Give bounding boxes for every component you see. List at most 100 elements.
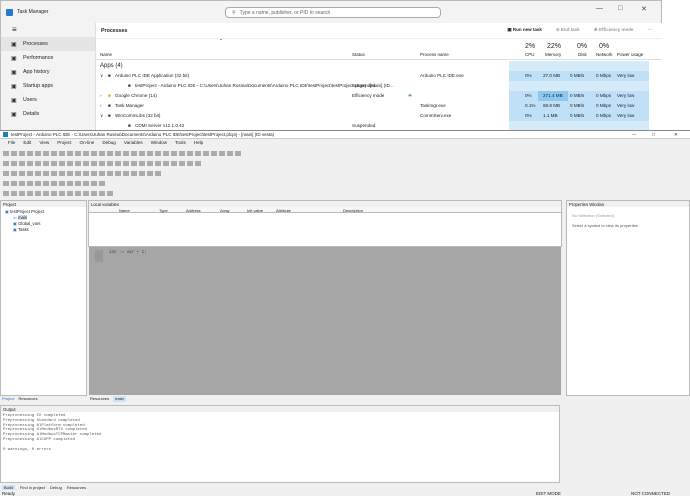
var-column-header[interactable]: Name	[119, 208, 130, 213]
tree-item[interactable]: ▣ Tasks	[3, 227, 84, 233]
table-row[interactable]: ∨ ■ WinCommLibs (32 bit) CommServ.exe 0% 1.1 …	[96, 111, 662, 121]
table-row[interactable]: › ■ Google Chrome (14) Efficiency mode ☘ 0% 27…	[96, 91, 662, 101]
chevron-icon[interactable]: ∨	[100, 73, 103, 79]
sidebar: ≡ ▣ Processes ▣ Performance ▣ App history ▣ Sta…	[1, 23, 95, 133]
col-status[interactable]: Status	[352, 52, 365, 57]
more-options-icon[interactable]: ⋯	[648, 27, 653, 33]
col-name[interactable]: Name	[100, 52, 112, 57]
col-network[interactable]: Network	[596, 52, 613, 57]
output-line: 0 warnings, 0 errors	[3, 447, 52, 452]
tab-resources[interactable]: Resources	[18, 396, 37, 402]
menu-window[interactable]: Window	[151, 140, 167, 145]
tree-item-label: main	[18, 215, 28, 220]
var-column-header[interactable]: Address	[186, 208, 201, 213]
sidebar-item-users[interactable]: ▣ Users	[1, 93, 95, 107]
var-column-header[interactable]: Description	[343, 208, 363, 213]
row-cpu: 0%	[525, 93, 532, 98]
sidebar-item-performance[interactable]: ▣ Performance	[1, 51, 95, 65]
search-icon: ⚲	[232, 10, 236, 16]
row-mem: 1.1 MB	[543, 113, 558, 118]
code-editor[interactable]: int := var + 1;	[89, 247, 561, 395]
row-mem: 27.0 MB	[543, 73, 561, 78]
row-process: Taskmgr.exe	[420, 103, 446, 108]
menu-tools[interactable]: Tools	[175, 140, 186, 145]
app-history-icon: ▣	[11, 69, 17, 76]
status-edit-mode: EDIT MODE	[536, 491, 561, 496]
run-new-task-button[interactable]: ▣ Run new task	[507, 27, 542, 33]
row-power: Very low	[617, 73, 635, 78]
row-power: Very low	[617, 103, 635, 108]
line-gutter	[95, 250, 103, 262]
status-connection: NOT CONNECTED	[631, 491, 671, 496]
menu-file[interactable]: File	[8, 140, 15, 145]
table-row[interactable]: ■ testProject - Arduino PLC IDE - C:\User…	[96, 81, 662, 91]
menu-help[interactable]: Help	[194, 140, 203, 145]
project-pane: Project ▣ testProject Project ▭ main ▣ Glo…	[0, 200, 87, 396]
table-row[interactable]: ∨ ■ Arduino PLC IDE Application (32 bit) Ar…	[96, 71, 662, 81]
details-icon: ▣	[11, 111, 17, 118]
title-bar: Task Manager ⚲ Type a name, publisher, or…	[1, 1, 661, 23]
col-cpu[interactable]: CPU	[525, 52, 535, 57]
close-icon[interactable]: ✕	[641, 5, 647, 13]
var-column-header[interactable]: Type	[159, 208, 168, 213]
memory-total: 22%	[547, 43, 562, 50]
ide-minimize-icon[interactable]: —	[632, 132, 637, 137]
var-column-header[interactable]: Init value	[247, 208, 263, 213]
app-icon: ■	[108, 113, 111, 118]
var-column-header[interactable]: Array	[220, 208, 230, 213]
row-disk: 0 MB/s	[570, 93, 585, 98]
code-line[interactable]: int := var + 1;	[109, 251, 147, 255]
column-header: ˆ Name Status Process name 2% CPU 22% Me…	[96, 39, 662, 60]
col-memory[interactable]: Memory	[545, 52, 561, 57]
efficiency-mode-button[interactable]: ☘ Efficiency mode	[594, 27, 634, 33]
select-hint-text: Select a symbol to view its properties	[572, 223, 638, 228]
row-cpu: 0%	[525, 73, 532, 78]
tree-item-label: testProject Project	[10, 209, 45, 214]
cpu-total: 2%	[525, 43, 536, 50]
menu-project[interactable]: Project	[57, 140, 71, 145]
chevron-icon[interactable]: ∨	[100, 113, 103, 119]
search-input[interactable]: ⚲ Type a name, publisher, or PID to searc…	[225, 7, 441, 18]
menu-debug[interactable]: Debug	[102, 140, 116, 145]
window-title: Task Manager	[17, 9, 49, 15]
sidebar-item-details[interactable]: ▣ Details	[1, 107, 95, 121]
menu-view[interactable]: View	[39, 140, 49, 145]
ide-close-icon[interactable]: ✕	[674, 132, 678, 138]
col-disk[interactable]: Disk	[578, 52, 587, 57]
disk-total: 0%	[577, 43, 588, 50]
sidebar-item-startup-apps[interactable]: ▣ Startup apps	[1, 79, 95, 93]
sidebar-item-app-history[interactable]: ▣ App history	[1, 65, 95, 79]
minimize-icon[interactable]: —	[596, 5, 603, 12]
menu-online[interactable]: On-line	[80, 140, 95, 145]
row-disk: 0 MB/s	[570, 113, 585, 118]
col-power-usage[interactable]: Power usage	[617, 52, 643, 57]
ide-maximize-icon[interactable]: □	[652, 132, 655, 137]
toolbar-3	[3, 171, 161, 179]
col-process-name[interactable]: Process name	[420, 52, 449, 57]
maximize-icon[interactable]: □	[618, 5, 622, 12]
sidebar-item-label: Users	[23, 97, 37, 103]
row-disk: 0 MB/s	[570, 103, 585, 108]
menu-variables[interactable]: Variables	[124, 140, 143, 145]
sidebar-item-label: Details	[23, 111, 40, 117]
var-column-header[interactable]: Attribute	[276, 208, 291, 213]
no-selection-text: No Selection (Selected)	[572, 213, 615, 218]
toolbar-5	[3, 191, 113, 199]
status-ready: Ready	[2, 491, 16, 496]
end-task-button[interactable]: ⊘ End task	[556, 27, 580, 33]
users-icon: ▣	[11, 97, 17, 104]
app-icon: ■	[108, 103, 111, 108]
menu-edit[interactable]: Edit	[23, 140, 31, 145]
toolbar-2	[3, 161, 201, 169]
chevron-icon[interactable]: ›	[100, 93, 102, 98]
tab-resources-editor[interactable]: Resources	[90, 396, 109, 402]
tab-project[interactable]: Project	[2, 396, 14, 402]
chevron-icon[interactable]: ›	[100, 103, 102, 108]
sidebar-item-processes[interactable]: ▣ Processes	[1, 37, 95, 51]
hamburger-icon[interactable]: ≡	[12, 25, 95, 34]
output-log: Preprocessing IO completed Preprocessing …	[1, 412, 559, 454]
row-name: Google Chrome (14)	[115, 93, 157, 98]
tab-main[interactable]: main	[113, 396, 126, 402]
table-row[interactable]: › ■ Task Manager Taskmgr.exe 0.1% 68.8 MB 0 MB…	[96, 101, 662, 111]
row-process: CommServ.exe	[420, 113, 452, 118]
